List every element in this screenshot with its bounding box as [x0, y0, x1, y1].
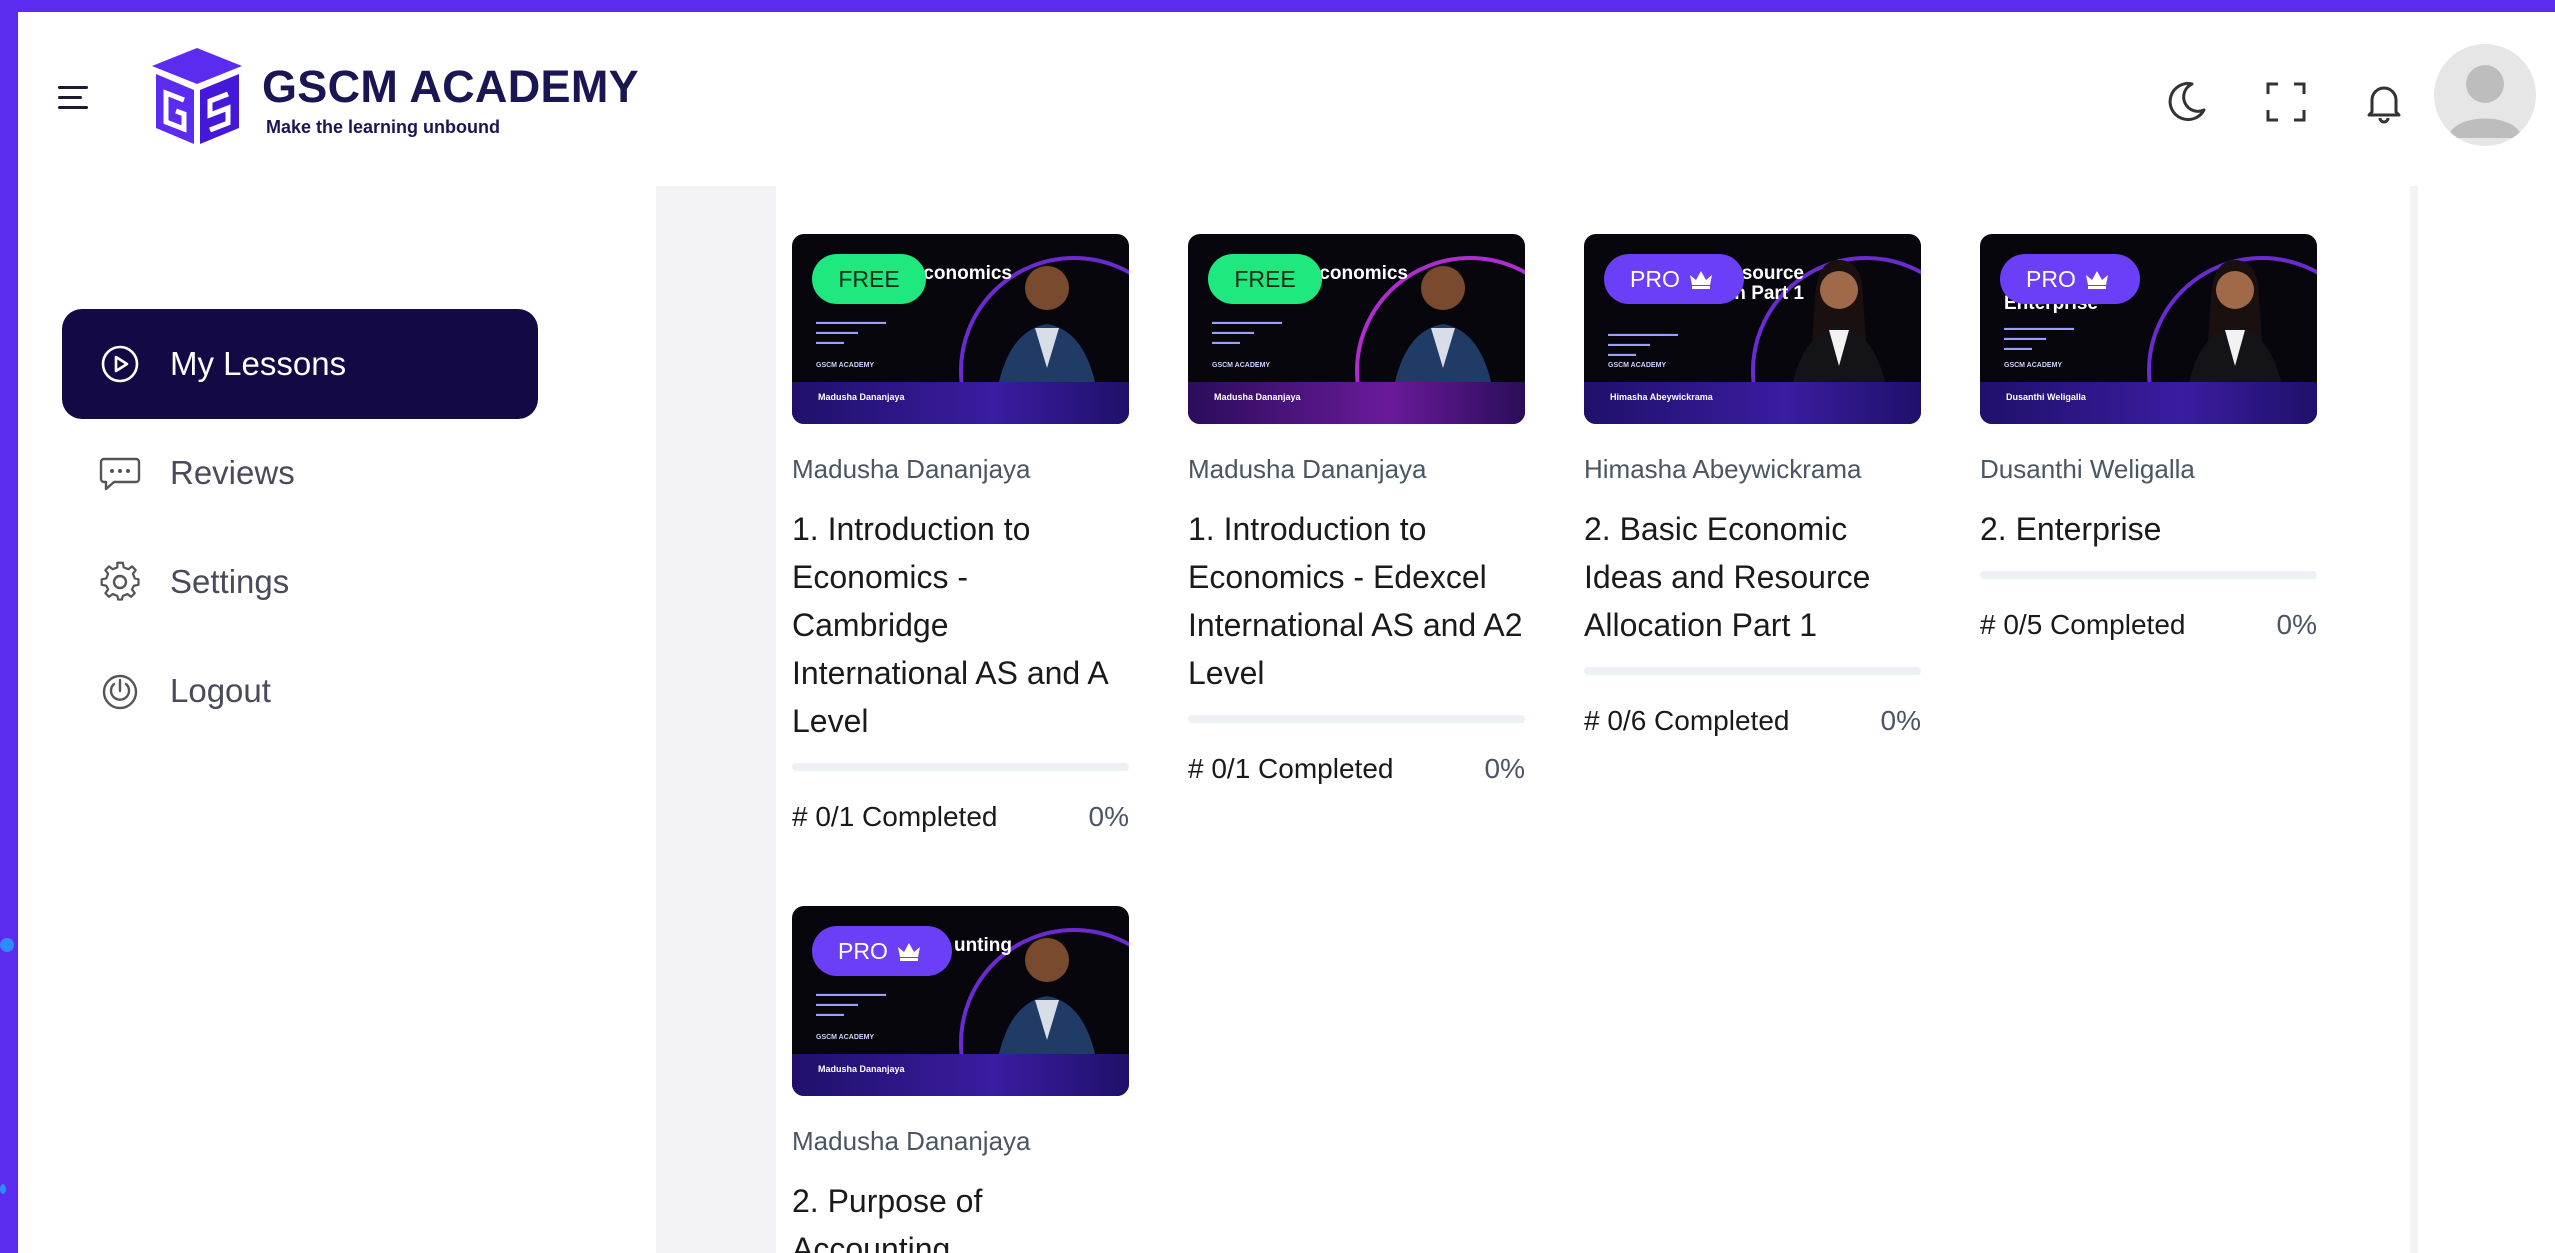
- pro-badge: PRO: [812, 926, 952, 976]
- thumbnail-academy: GSCM ACADEMY: [1212, 362, 1271, 369]
- thumbnail-academy: GSCM ACADEMY: [1608, 362, 1667, 369]
- hamburger-menu-icon[interactable]: [58, 76, 94, 116]
- badge-label: PRO: [838, 937, 888, 964]
- thumbnail-academy: GSCM ACADEMY: [2004, 362, 2063, 369]
- app-window: GSCM ACADEMY Make the learning unbound M…: [18, 12, 2555, 1253]
- progress-bar: [1188, 715, 1525, 723]
- progress-row: # 0/1 Completed 0%: [792, 801, 1129, 833]
- lesson-thumbnail[interactable]: to Economics ▬▬▬▬▬▬▬▬▬▬ ▬▬▬▬▬▬ ▬▬▬▬ GSCM A…: [792, 234, 1129, 424]
- progress-bar: [792, 763, 1129, 771]
- lesson-card[interactable]: Enterprise ▬▬▬▬▬▬▬▬▬▬▬▬▬▬▬▬▬▬▬▬ GSCM ACA…: [1980, 234, 2317, 641]
- progress-row: # 0/5 Completed 0%: [1980, 609, 2317, 641]
- lesson-card[interactable]: s and Resource Allocation Part 1 ▬▬▬▬▬▬▬…: [1584, 234, 1921, 737]
- lesson-author: Madusha Dananjaya: [792, 1126, 1031, 1156]
- free-badge: FREE: [1208, 254, 1322, 304]
- lesson-title[interactable]: 2. Enterprise: [1980, 505, 2317, 553]
- lesson-thumbnail[interactable]: Enterprise ▬▬▬▬▬▬▬▬▬▬▬▬▬▬▬▬▬▬▬▬ GSCM ACA…: [1980, 234, 2317, 424]
- lesson-card[interactable]: to Economics ▬▬▬▬▬▬▬▬▬▬ ▬▬▬▬▬▬ ▬▬▬▬ GSCM A…: [792, 234, 1129, 833]
- play-circle-icon: [101, 345, 139, 383]
- thumbnail-instructor-name: Dusanthi Weligalla: [2006, 392, 2086, 402]
- user-avatar[interactable]: [2434, 44, 2536, 146]
- thumbnail-instructor-name: Madusha Dananjaya: [818, 1064, 905, 1074]
- thumbnail-meta: ▬▬▬▬▬▬▬▬▬▬ ▬▬▬▬▬▬ ▬▬▬▬: [816, 991, 886, 1018]
- gscm-logo-icon: [152, 48, 242, 144]
- gear-icon: [100, 561, 140, 601]
- sidebar-item-label: Reviews: [170, 454, 295, 491]
- sidebar-item-label: Logout: [170, 672, 271, 709]
- thumbnail-meta: ▬▬▬▬▬▬▬▬▬▬ ▬▬▬▬▬▬ ▬▬▬▬: [1212, 319, 1282, 346]
- progress-percent: 0%: [1484, 753, 1525, 784]
- badge-label: PRO: [2026, 265, 2076, 292]
- moon-icon[interactable]: [2162, 78, 2210, 126]
- lessons-panel: to Economics ▬▬▬▬▬▬▬▬▬▬ ▬▬▬▬▬▬ ▬▬▬▬ GSCM A…: [776, 186, 2410, 1253]
- completed-count: # 0/1 Completed: [792, 801, 998, 832]
- brand: GSCM ACADEMY Make the learning unbound: [262, 64, 639, 138]
- brand-tagline: Make the learning unbound: [266, 117, 501, 137]
- user-placeholder-icon: [2448, 65, 2522, 138]
- lesson-card[interactable]: n Economics ▬▬▬▬▬▬▬▬▬▬ ▬▬▬▬▬▬ ▬▬▬▬ GSCM AC…: [1188, 234, 1525, 785]
- sidebar-item-logout[interactable]: Logout: [62, 636, 538, 746]
- thumbnail-instructor-name: Madusha Dananjaya: [1214, 392, 1301, 402]
- lesson-title[interactable]: 2. Basic Economic Ideas and Resource All…: [1584, 505, 1921, 649]
- crown-icon: [897, 943, 920, 961]
- free-badge: FREE: [812, 254, 926, 304]
- top-header: GSCM ACADEMY Make the learning unbound: [18, 12, 2555, 182]
- thumbnail-academy: GSCM ACADEMY: [816, 362, 875, 369]
- lesson-thumbnail[interactable]: unting ▬▬▬▬▬▬▬▬▬▬ ▬▬▬▬▬▬ ▬▬▬▬ GSCM ACADEMY…: [792, 906, 1129, 1096]
- completed-count: # 0/5 Completed: [1980, 609, 2186, 640]
- lesson-author: Himasha Abeywickrama: [1584, 454, 1862, 484]
- thumbnail-instructor-name: Madusha Dananjaya: [818, 392, 905, 402]
- lesson-thumbnail[interactable]: s and Resource Allocation Part 1 ▬▬▬▬▬▬▬…: [1584, 234, 1921, 424]
- lesson-card[interactable]: unting ▬▬▬▬▬▬▬▬▬▬ ▬▬▬▬▬▬ ▬▬▬▬ GSCM ACADEMY…: [792, 906, 1129, 1253]
- progress-percent: 0%: [1880, 705, 1921, 736]
- pro-badge: PRO: [1604, 254, 1744, 304]
- lesson-author: Madusha Dananjaya: [1188, 454, 1427, 484]
- crown-icon: [1689, 271, 1712, 289]
- completed-count: # 0/1 Completed: [1188, 753, 1394, 784]
- fullscreen-icon[interactable]: [2262, 78, 2310, 126]
- main-content: to Economics ▬▬▬▬▬▬▬▬▬▬ ▬▬▬▬▬▬ ▬▬▬▬ GSCM A…: [656, 186, 2418, 1253]
- progress-percent: 0%: [1088, 801, 1129, 832]
- crown-icon: [2085, 271, 2108, 289]
- sidebar-item-settings[interactable]: Settings: [62, 527, 538, 637]
- progress-row: # 0/6 Completed 0%: [1584, 705, 1921, 737]
- thumbnail-meta: ▬▬▬▬▬▬▬▬▬▬ ▬▬▬▬▬▬ ▬▬▬▬: [816, 319, 886, 346]
- lesson-author: Dusanthi Weligalla: [1980, 454, 2195, 484]
- lesson-title[interactable]: 1. Introduction to Economics - Edexcel I…: [1188, 505, 1525, 697]
- pro-badge: PRO: [2000, 254, 2140, 304]
- progress-bar: [1584, 667, 1921, 675]
- progress-bar: [1980, 571, 2317, 579]
- lesson-title[interactable]: 1. Introduction to Economics - Cambridge…: [792, 505, 1129, 745]
- badge-label: PRO: [1630, 265, 1680, 292]
- sidebar-item-label: My Lessons: [170, 345, 347, 382]
- progress-row: # 0/1 Completed 0%: [1188, 753, 1525, 785]
- sidebar-item-label: Settings: [170, 563, 290, 600]
- lesson-author: Madusha Dananjaya: [792, 454, 1031, 484]
- sidebar: My Lessons Reviews Settings Logout: [18, 182, 658, 1253]
- lesson-title[interactable]: 2. Purpose of Accounting: [792, 1177, 1129, 1253]
- thumbnail-instructor-name: Himasha Abeywickrama: [1610, 392, 1713, 402]
- chat-bubble-icon: [99, 457, 141, 491]
- brand-name: GSCM ACADEMY: [262, 61, 639, 112]
- thumbnail-academy: GSCM ACADEMY: [816, 1034, 875, 1041]
- power-icon: [102, 674, 138, 710]
- sidebar-item-reviews[interactable]: Reviews: [62, 418, 538, 528]
- progress-percent: 0%: [2276, 609, 2317, 640]
- thumbnail-meta: ▬▬▬▬▬▬▬▬▬▬ ▬▬▬▬▬▬ ▬▬▬▬: [1608, 331, 1678, 358]
- thumbnail-meta: ▬▬▬▬▬▬▬▬▬▬ ▬▬▬▬▬▬ ▬▬▬▬: [2004, 325, 2074, 352]
- sidebar-item-my-lessons[interactable]: My Lessons: [62, 309, 538, 419]
- bell-icon[interactable]: [2360, 78, 2408, 126]
- lesson-thumbnail[interactable]: n Economics ▬▬▬▬▬▬▬▬▬▬ ▬▬▬▬▬▬ ▬▬▬▬ GSCM AC…: [1188, 234, 1525, 424]
- completed-count: # 0/6 Completed: [1584, 705, 1790, 736]
